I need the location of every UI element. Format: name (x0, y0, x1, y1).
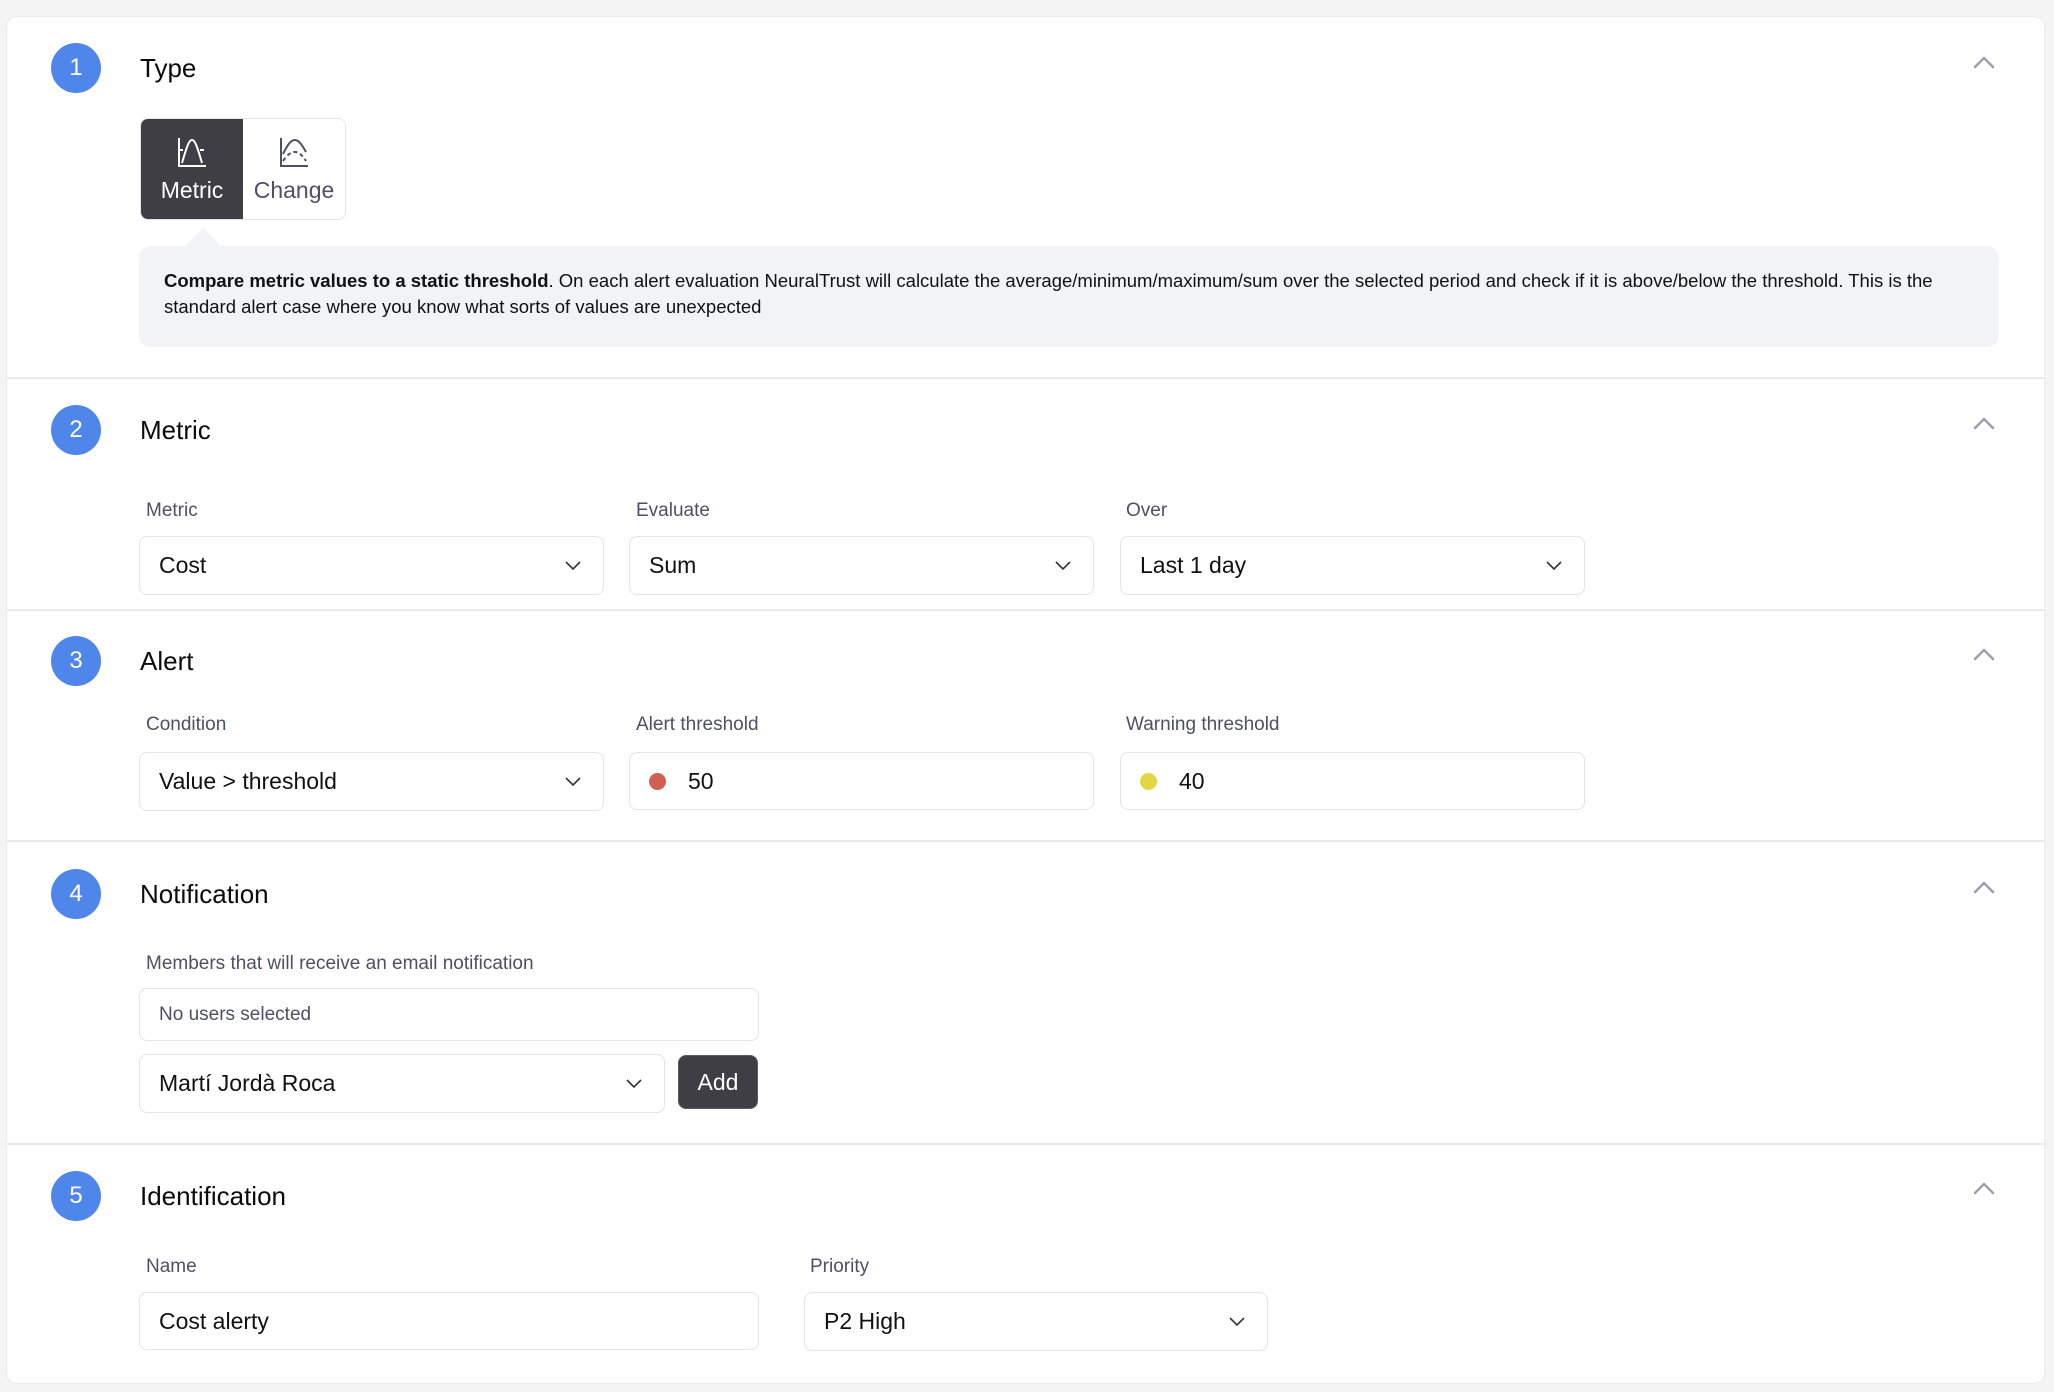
alert-form-card: 1 Type Metric Change Compare metric valu… (7, 17, 2044, 1383)
over-select-value: Last 1 day (1140, 552, 1247, 578)
type-option-metric[interactable]: Metric (141, 119, 243, 219)
name-label: Name (146, 1256, 197, 1277)
type-option-change-label: Change (253, 176, 335, 203)
member-select[interactable]: Martí Jordà Roca (139, 1054, 665, 1113)
selected-members-list: No users selected (139, 988, 759, 1041)
warning-status-dot-icon (1140, 772, 1157, 790)
evaluate-label: Evaluate (636, 500, 710, 521)
alert-threshold-label: Alert threshold (636, 714, 759, 735)
section-title-type: Type (140, 53, 197, 83)
chevron-up-icon[interactable] (1973, 647, 1995, 661)
section-alert: 3 Alert Condition Value > threshold Aler… (7, 611, 2044, 842)
info-pointer (185, 228, 221, 246)
over-select[interactable]: Last 1 day (1120, 536, 1585, 595)
condition-select-value: Value > threshold (159, 768, 337, 794)
section-title-identification: Identification (140, 1181, 286, 1211)
step-number-3: 3 (51, 636, 101, 686)
chevron-up-icon[interactable] (1973, 416, 1995, 430)
alert-threshold-input[interactable]: 50 (629, 752, 1094, 810)
chevron-down-icon (565, 560, 581, 570)
warning-threshold-value: 40 (1179, 767, 1205, 794)
step-number-5: 5 (51, 1171, 101, 1221)
section-type: 1 Type Metric Change Compare metric valu… (7, 17, 2044, 379)
step-number-4: 4 (51, 869, 101, 919)
section-identification: 5 Identification Name Cost alerty Priori… (7, 1145, 2044, 1383)
chevron-down-icon (1229, 1316, 1245, 1326)
type-description: Compare metric values to a static thresh… (139, 246, 1999, 347)
step-number-1: 1 (51, 43, 101, 93)
evaluate-select-value: Sum (649, 552, 697, 578)
name-input-value: Cost alerty (159, 1307, 269, 1334)
no-users-selected-text: No users selected (159, 1003, 312, 1025)
type-option-metric-label: Metric (160, 176, 224, 203)
name-input[interactable]: Cost alerty (139, 1292, 759, 1350)
chevron-down-icon (565, 776, 581, 786)
chevron-up-icon[interactable] (1973, 55, 1995, 69)
chevron-down-icon (626, 1078, 642, 1088)
priority-select-value: P2 High (824, 1308, 906, 1334)
chevron-down-icon (1055, 560, 1071, 570)
add-member-button[interactable]: Add (678, 1055, 758, 1109)
metric-select-value: Cost (159, 552, 207, 578)
condition-select[interactable]: Value > threshold (139, 752, 604, 811)
type-option-change[interactable]: Change (243, 119, 345, 219)
chevron-up-icon[interactable] (1973, 880, 1995, 894)
over-label: Over (1126, 500, 1168, 521)
condition-label: Condition (146, 714, 227, 735)
alert-threshold-value: 50 (688, 767, 714, 794)
chevron-up-icon[interactable] (1973, 1181, 1995, 1195)
section-title-metric: Metric (140, 415, 211, 445)
metric-chart-icon (178, 137, 206, 167)
members-label: Members that will receive an email notif… (146, 953, 534, 974)
type-toggle-group: Metric Change (140, 118, 346, 220)
section-metric: 2 Metric Metric Cost Evaluate Sum Over L… (7, 379, 2044, 611)
evaluate-select[interactable]: Sum (629, 536, 1094, 595)
step-number-2: 2 (51, 405, 101, 455)
metric-select[interactable]: Cost (139, 536, 604, 595)
section-notification: 4 Notification Members that will receive… (7, 842, 2044, 1145)
member-select-value: Martí Jordà Roca (159, 1070, 336, 1096)
priority-label: Priority (810, 1256, 870, 1277)
change-chart-icon (280, 137, 308, 167)
alert-status-dot-icon (649, 772, 666, 790)
section-title-notification: Notification (140, 879, 269, 909)
priority-select[interactable]: P2 High (804, 1292, 1268, 1351)
section-title-alert: Alert (140, 646, 194, 676)
type-description-bold: Compare metric values to a static thresh… (164, 270, 549, 291)
warning-threshold-input[interactable]: 40 (1120, 752, 1585, 810)
chevron-down-icon (1546, 560, 1562, 570)
warning-threshold-label: Warning threshold (1126, 714, 1280, 735)
metric-label: Metric (146, 500, 198, 521)
